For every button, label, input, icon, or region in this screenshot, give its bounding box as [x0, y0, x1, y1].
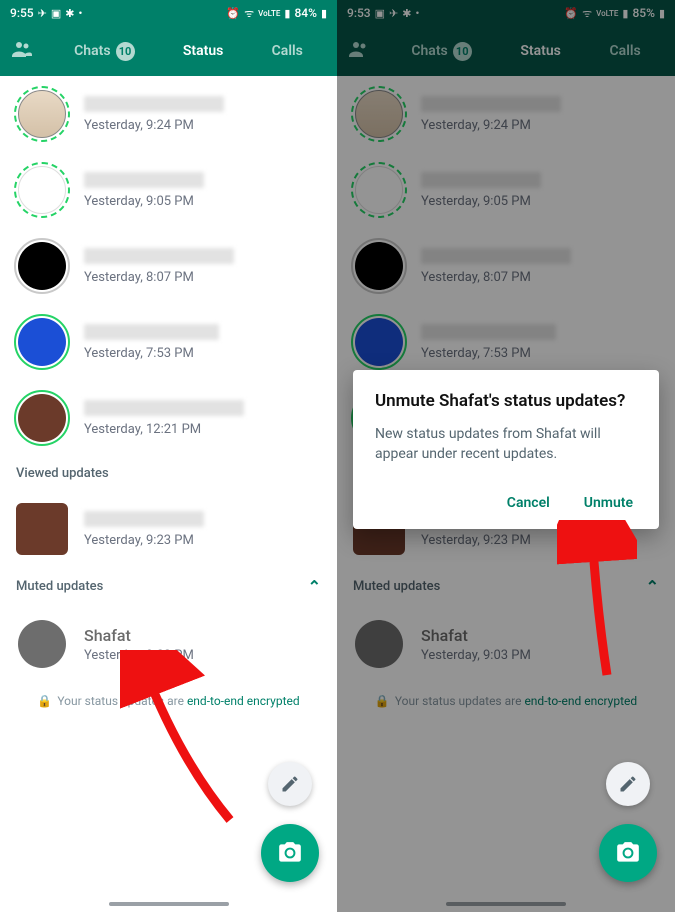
avatar — [18, 242, 66, 290]
muted-updates-header[interactable]: Muted updates⌃ — [0, 567, 337, 606]
dialog-body: New status updates from Shafat will appe… — [375, 424, 637, 465]
status-time: 9:55 — [10, 6, 34, 20]
battery-icon: ▮ — [321, 7, 327, 20]
status-row[interactable]: Yesterday, 8:07 PM — [0, 228, 337, 304]
encryption-link[interactable]: end-to-end encrypted — [187, 694, 300, 708]
top-bar: Chats 10 Status Calls — [0, 26, 337, 76]
unmute-button[interactable]: Unmute — [580, 487, 637, 519]
camera-status-button[interactable] — [261, 824, 319, 882]
avatar — [18, 166, 66, 214]
tab-status[interactable]: Status — [177, 43, 229, 59]
dot-icon: • — [78, 7, 82, 20]
status-row[interactable]: Yesterday, 12:21 PM — [0, 380, 337, 456]
contact-name-blurred — [84, 248, 234, 264]
battery-text: 84% — [294, 6, 316, 20]
contact-name-blurred — [84, 96, 224, 112]
status-row[interactable]: Yesterday, 9:24 PM — [0, 76, 337, 152]
signal-icon: ▮ — [284, 7, 290, 20]
avatar — [18, 90, 66, 138]
phone-right: 9:53 ▣ ✈ ✱ • ⏰ ᯤ VoLTE ▮ 85% ▮ Chats10 S… — [337, 0, 675, 912]
camera-status-button[interactable] — [599, 824, 657, 882]
cancel-button[interactable]: Cancel — [503, 487, 554, 519]
contact-name-blurred — [84, 400, 244, 416]
dialog-title: Unmute Shafat's status updates? — [375, 390, 637, 412]
status-bar: 9:55 ✈ ▣ ✱ • ⏰ ᯤ VoLTE ▮ 84% ▮ — [0, 0, 337, 26]
send-icon: ✈ — [38, 7, 47, 20]
android-nav-bar[interactable] — [109, 902, 229, 906]
chats-badge: 10 — [116, 42, 135, 61]
phone-left: 9:55 ✈ ▣ ✱ • ⏰ ᯤ VoLTE ▮ 84% ▮ Chats 10 … — [0, 0, 337, 912]
avatar — [18, 318, 66, 366]
lock-icon: 🔒 — [37, 694, 52, 708]
status-row[interactable]: Yesterday, 7:53 PM — [0, 304, 337, 380]
avatar — [18, 620, 66, 668]
contact-name: Shafat — [84, 626, 323, 645]
slack-icon: ✱ — [65, 7, 74, 20]
status-time-label: Yesterday, 9:24 PM — [84, 118, 323, 133]
edit-text-status-button[interactable] — [268, 762, 312, 806]
status-row[interactable]: Yesterday, 9:05 PM — [0, 152, 337, 228]
status-row[interactable]: Yesterday, 9:23 PM — [0, 491, 337, 567]
avatar — [18, 394, 66, 442]
alarm-icon: ⏰ — [226, 7, 240, 20]
recent-updates-list: Yesterday, 9:24 PM Yesterday, 9:05 PM Ye… — [0, 76, 337, 456]
contact-name-blurred — [84, 511, 204, 527]
tab-calls[interactable]: Calls — [266, 43, 309, 59]
contact-name-blurred — [84, 172, 204, 188]
contact-name-blurred — [84, 324, 219, 340]
muted-status-row[interactable]: ShafatYesterday, 9:03 PM — [0, 606, 337, 682]
viewed-updates-header[interactable]: Viewed updates — [0, 456, 337, 491]
image-icon: ▣ — [51, 7, 61, 20]
avatar — [16, 503, 68, 555]
lte-icon: VoLTE — [258, 9, 280, 18]
edit-text-status-button[interactable] — [606, 762, 650, 806]
wifi-icon: ᯤ — [244, 6, 254, 21]
unmute-dialog: Unmute Shafat's status updates? New stat… — [353, 370, 659, 529]
encryption-notice: 🔒 Your status updates are end-to-end enc… — [0, 682, 337, 720]
chevron-up-icon: ⌃ — [308, 577, 321, 596]
tab-chats[interactable]: Chats 10 — [68, 42, 140, 61]
community-icon[interactable] — [10, 37, 38, 65]
